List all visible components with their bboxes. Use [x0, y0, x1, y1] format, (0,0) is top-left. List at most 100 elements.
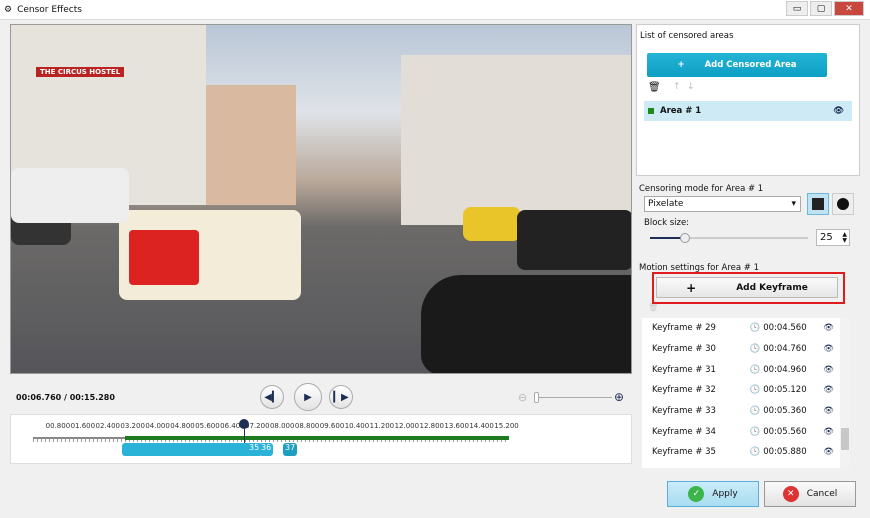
- timeline-tick-label: 05.600: [195, 422, 220, 430]
- keyframe-track[interactable]: [125, 436, 509, 440]
- maximize-button[interactable]: ▢: [810, 1, 832, 16]
- zoom-in-icon[interactable]: ⊕: [614, 390, 624, 404]
- eye-icon[interactable]: 👁: [823, 427, 834, 437]
- timeline-tick-label: 12.800: [419, 422, 444, 430]
- add-censored-area-label: Add Censored Area: [704, 60, 797, 70]
- keyframe-time: 00:05.360: [763, 406, 807, 417]
- play-button[interactable]: ▶: [294, 383, 322, 411]
- timeline-tick-label: 12.000: [394, 422, 420, 430]
- check-icon: ✓: [688, 486, 705, 502]
- keyframe-list-scrollbar[interactable]: [840, 318, 850, 468]
- eye-icon[interactable]: 👁: [823, 344, 834, 354]
- keyframe-marker[interactable]: 36: [259, 443, 274, 456]
- title-bar: ⚙ Censor Effects ▭ ▢ ✕: [0, 0, 870, 20]
- playhead-line: [243, 429, 245, 443]
- block-size-input[interactable]: 25 ▲ ▼: [816, 229, 850, 246]
- ellipse-shape-button[interactable]: [832, 193, 854, 215]
- keyframe-list-item[interactable]: Keyframe # 32 🕓 00:05.120 👁: [642, 380, 840, 401]
- eye-icon[interactable]: 👁: [833, 106, 844, 116]
- keyframe-time: 00:04.560: [763, 323, 807, 334]
- cancel-icon: ✕: [782, 486, 799, 502]
- zoom-out-icon[interactable]: ⊖: [518, 391, 527, 404]
- timeline[interactable]: 00.800 01.600 02.400 03.200 04.000 04.800 05.6…: [10, 414, 632, 464]
- cancel-label: Cancel: [806, 489, 838, 499]
- eye-icon[interactable]: 👁: [823, 406, 834, 416]
- timeline-tick-label: 08.800: [294, 422, 320, 430]
- keyframe-list-item[interactable]: Keyframe # 34 🕓 00:05.560 👁: [642, 421, 840, 442]
- plus-icon: +: [677, 60, 685, 70]
- restore-button[interactable]: ▭: [786, 1, 808, 16]
- clock-icon: 🕓: [749, 323, 761, 334]
- previous-frame-button[interactable]: ◀▎: [260, 385, 284, 409]
- eye-icon[interactable]: 👁: [823, 365, 834, 375]
- window-title: Censor Effects: [17, 4, 82, 15]
- keyframe-time: 00:04.960: [763, 364, 807, 375]
- timeline-tick-label: 03.200: [120, 422, 145, 430]
- move-up-icon[interactable]: ↑: [673, 82, 681, 92]
- keyframe-name: Keyframe # 35: [652, 447, 716, 458]
- cancel-button[interactable]: ✕ Cancel: [764, 481, 856, 507]
- keyframe-list-item[interactable]: Keyframe # 33 🕓 00:05.360 👁: [642, 401, 840, 422]
- timeline-tick-label: 10.400: [344, 422, 370, 430]
- app-icon: ⚙: [4, 4, 13, 15]
- keyframe-list-item[interactable]: Keyframe # 29 🕓 00:04.560 👁: [642, 318, 840, 339]
- timeline-tick-label: 14.400: [469, 422, 494, 430]
- censored-areas-panel: List of censored areas + Add Censored Are…: [636, 24, 860, 176]
- eye-icon[interactable]: 👁: [823, 385, 834, 395]
- timeline-tick-label: 01.600: [70, 422, 96, 430]
- censoring-mode-panel: Censoring mode for Area # 1 Pixelate ▾ Bl…: [636, 178, 860, 258]
- timeline-tick-label: 08.000: [269, 422, 295, 430]
- timeline-tick-label: 11.200: [369, 422, 395, 430]
- spinner-icon[interactable]: ▲ ▼: [842, 231, 849, 244]
- keyframe-list-item[interactable]: Keyframe # 31 🕓 00:04.960 👁: [642, 359, 840, 380]
- next-frame-button[interactable]: ▎▶: [329, 385, 353, 409]
- timeline-tick-label: 07.200: [245, 422, 270, 430]
- keyframe-list-item[interactable]: Keyframe # 35 🕓 00:05.880 👁: [642, 442, 840, 463]
- time-readout: 00:06.760 / 00:15.280: [16, 393, 115, 402]
- keyframe-name: Keyframe # 34: [652, 426, 716, 437]
- playhead[interactable]: [238, 419, 249, 429]
- area-name: Area # 1: [660, 106, 702, 116]
- keyframe-marker[interactable]: 37: [283, 443, 298, 456]
- keyframe-list[interactable]: Keyframe # 29 🕓 00:04.560 👁 Keyframe # 30 🕓 00…: [642, 318, 840, 468]
- zoom-slider[interactable]: ⊖ ⊕: [518, 390, 628, 405]
- keyframe-time: 00:05.880: [763, 447, 807, 458]
- keyframe-name: Keyframe # 30: [652, 344, 716, 355]
- highlight-box: [652, 272, 845, 304]
- trash-icon[interactable]: 🗑: [648, 82, 661, 93]
- keyframe-time: 00:05.120: [763, 385, 807, 396]
- block-size-value: 25: [820, 232, 833, 243]
- timeline-tick-label: 04.000: [145, 422, 170, 430]
- mode-select[interactable]: Pixelate ▾: [644, 196, 801, 212]
- area-list-item[interactable]: Area # 1 👁: [644, 101, 852, 121]
- apply-button[interactable]: ✓ Apply: [667, 481, 759, 507]
- add-censored-area-button[interactable]: + Add Censored Area: [647, 53, 827, 77]
- eye-icon[interactable]: 👁: [823, 323, 834, 333]
- clock-icon: 🕓: [749, 406, 761, 417]
- video-preview[interactable]: THE CIRCUS HOSTEL: [10, 24, 632, 374]
- clock-icon: 🕓: [749, 447, 761, 458]
- mode-value: Pixelate: [648, 199, 684, 209]
- keyframe-time: 00:04.760: [763, 344, 807, 355]
- rectangle-shape-button[interactable]: [807, 193, 829, 215]
- clock-icon: 🕓: [749, 385, 761, 396]
- apply-label: Apply: [712, 489, 738, 499]
- trash-icon[interactable]: 🗑: [648, 303, 658, 312]
- timeline-tick-label: 00.800: [45, 422, 71, 430]
- keyframe-name: Keyframe # 33: [652, 406, 716, 417]
- timeline-tick-label: 09.600: [319, 422, 345, 430]
- eye-icon[interactable]: 👁: [823, 447, 834, 457]
- clock-icon: 🕓: [749, 364, 761, 375]
- move-down-icon[interactable]: ↓: [687, 82, 695, 92]
- clock-icon: 🕓: [749, 344, 761, 355]
- block-size-label: Block size:: [644, 218, 690, 228]
- timeline-tick-label: 02.400: [95, 422, 121, 430]
- keyframe-list-item[interactable]: Keyframe # 30 🕓 00:04.760 👁: [642, 339, 840, 360]
- keyframe-name: Keyframe # 32: [652, 385, 716, 396]
- keyframe-name: Keyframe # 31: [652, 364, 716, 375]
- block-size-slider[interactable]: [650, 233, 808, 243]
- close-button[interactable]: ✕: [834, 1, 864, 16]
- dropdown-arrow-icon: ▾: [791, 199, 796, 209]
- keyframe-name: Keyframe # 29: [652, 323, 716, 334]
- keyframe-cluster[interactable]: [122, 443, 262, 456]
